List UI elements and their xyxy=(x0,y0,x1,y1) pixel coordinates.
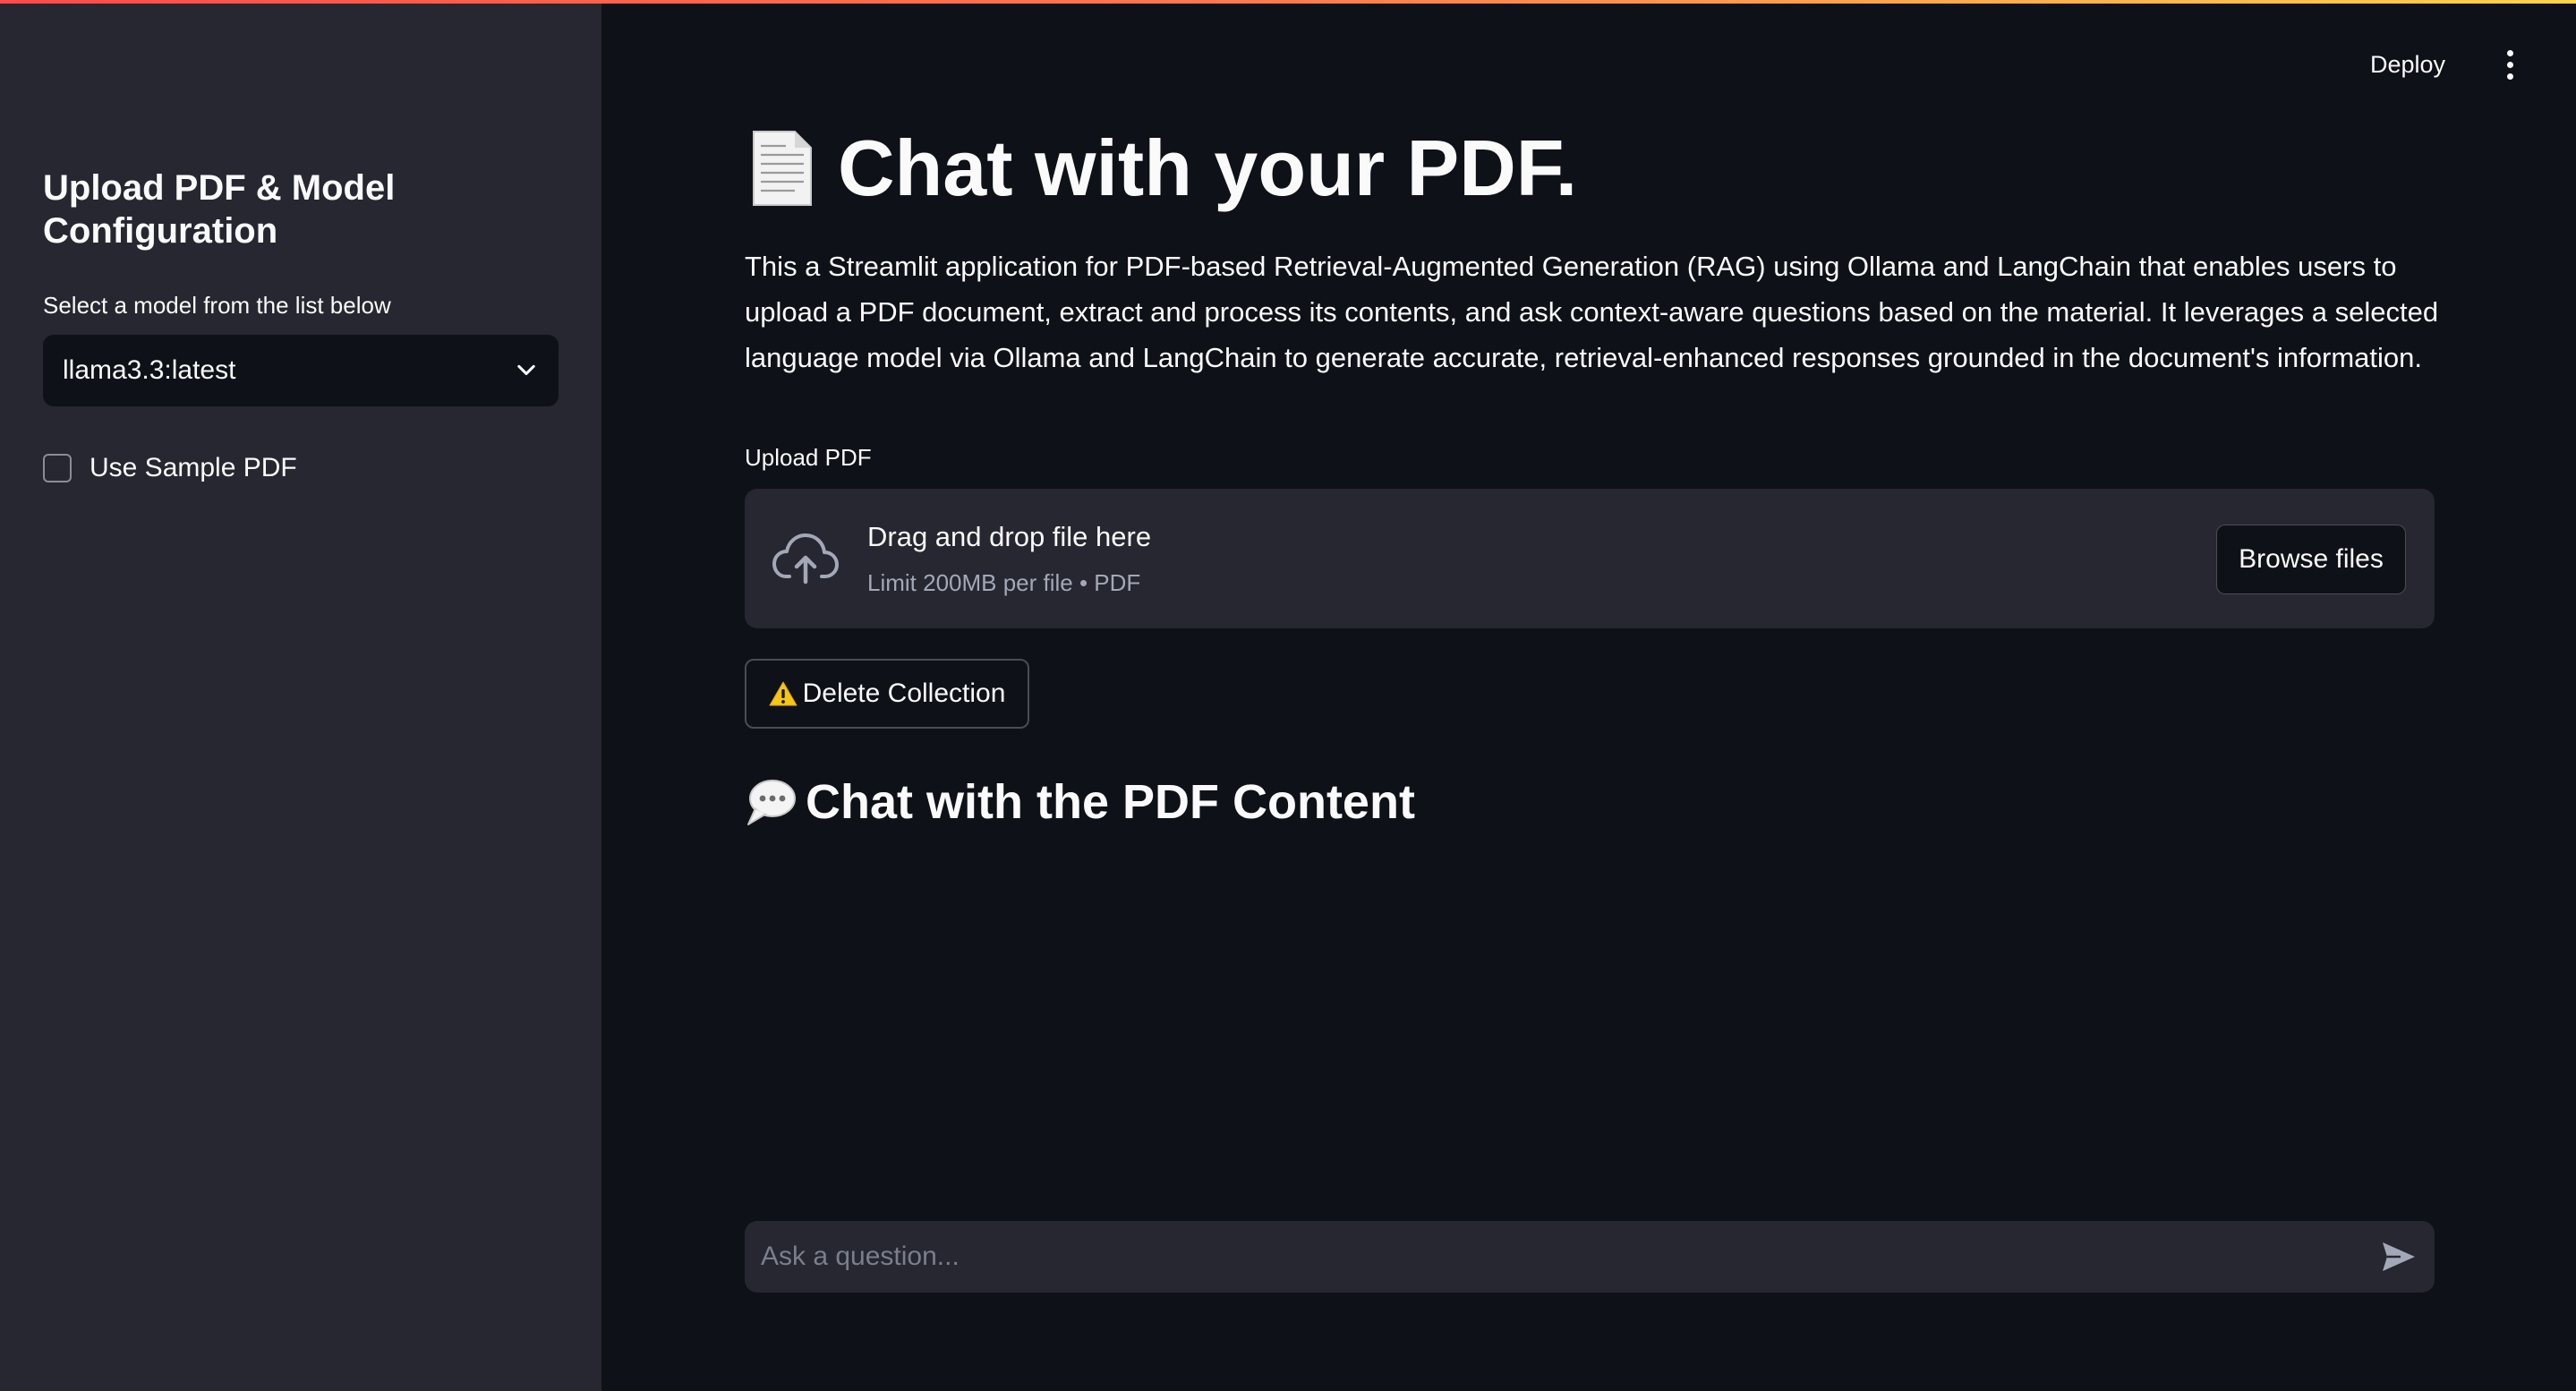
sidebar-title: Upload PDF & Model Configuration xyxy=(43,168,396,251)
file-dropzone[interactable]: Drag and drop file here Limit 200MB per … xyxy=(745,489,2435,628)
page-facing-up-icon xyxy=(753,131,812,206)
send-button[interactable] xyxy=(2379,1237,2418,1276)
use-sample-pdf-checkbox[interactable] xyxy=(43,454,72,482)
chat-input-bar xyxy=(745,1221,2435,1293)
dropzone-limit-text: Limit 200MB per file • PDF xyxy=(867,569,1141,596)
chevron-down-icon xyxy=(517,364,535,376)
send-icon xyxy=(2383,1242,2415,1271)
use-sample-pdf-label[interactable]: Use Sample PDF xyxy=(90,453,297,483)
sidebar: Upload PDF & Model Configuration Select … xyxy=(0,0,601,1391)
delete-collection-button[interactable]: Delete Collection xyxy=(745,659,1029,729)
chat-section-title-text: Chat with the PDF Content xyxy=(806,775,1415,829)
delete-collection-label: Delete Collection xyxy=(802,678,1006,708)
deploy-button[interactable]: Deploy xyxy=(2370,47,2445,82)
speech-bubble-icon xyxy=(747,780,796,825)
chat-section-title: Chat with the PDF Content xyxy=(745,770,1415,834)
model-select-value: llama3.3:latest xyxy=(63,355,236,385)
page-title: Chat with your PDF. xyxy=(745,122,1577,215)
chat-input[interactable] xyxy=(761,1242,2379,1272)
browse-files-button[interactable]: Browse files xyxy=(2216,525,2406,594)
upload-pdf-label: Upload PDF xyxy=(745,444,872,471)
dropzone-instructions: Drag and drop file here xyxy=(867,521,1152,552)
app-description: This a Streamlit application for PDF-bas… xyxy=(745,251,2439,373)
warning-icon xyxy=(769,681,798,706)
cloud-upload-icon xyxy=(772,533,839,585)
top-decoration-stripe xyxy=(0,0,2576,4)
use-sample-pdf-checkbox-row[interactable]: Use Sample PDF xyxy=(43,453,297,483)
model-select-label: Select a model from the list below xyxy=(43,292,391,319)
kebab-menu-icon[interactable] xyxy=(2497,45,2522,84)
page-title-text: Chat with your PDF. xyxy=(838,124,1578,212)
model-select[interactable]: llama3.3:latest xyxy=(43,335,559,406)
